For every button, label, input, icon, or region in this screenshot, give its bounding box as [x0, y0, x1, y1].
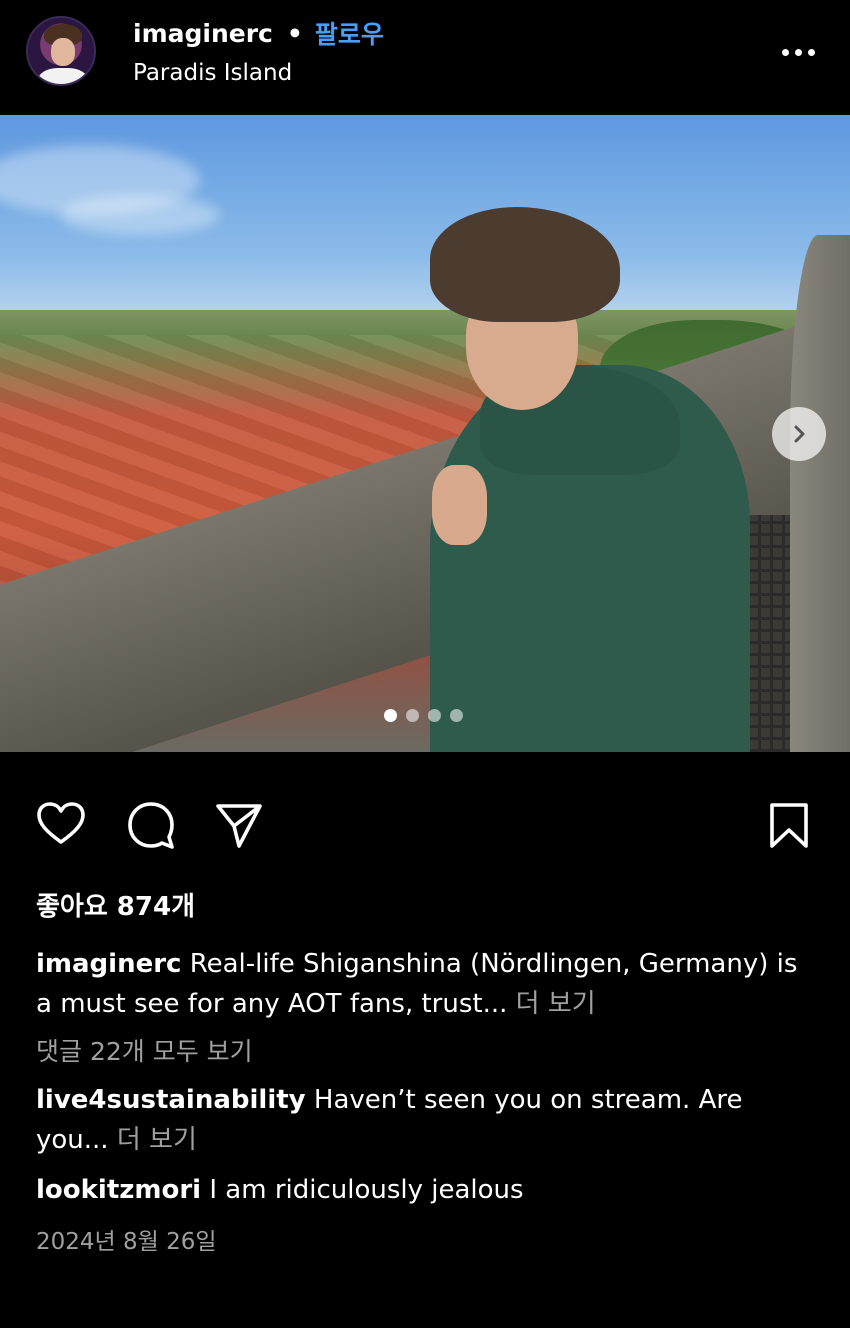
- send-icon: [216, 804, 262, 848]
- avatar[interactable]: [26, 16, 96, 86]
- post-location[interactable]: Paradis Island: [133, 60, 292, 86]
- heart-icon: [37, 802, 85, 844]
- post-caption: imaginerc Real-life Shiganshina (Nördlin…: [36, 944, 816, 1024]
- save-button[interactable]: [762, 798, 816, 852]
- post-photo[interactable]: [0, 115, 850, 752]
- comment-item: lookitzmori I am ridiculously jealous: [36, 1170, 816, 1210]
- more-dot: [794, 48, 802, 56]
- caption-more-link[interactable]: 더 보기: [516, 989, 596, 1019]
- action-bar: [0, 790, 850, 854]
- carousel-dot-4: [450, 709, 463, 722]
- more-dot: [781, 48, 789, 56]
- follow-button[interactable]: 팔로우: [315, 15, 384, 51]
- comment-button[interactable]: [124, 798, 178, 852]
- avatar-shirt: [38, 68, 88, 84]
- separator-dot: •: [286, 18, 303, 48]
- carousel-dot-2: [406, 709, 419, 722]
- comment-more-link[interactable]: 더 보기: [117, 1125, 197, 1155]
- bookmark-icon: [770, 803, 808, 848]
- comment-item: live4sustainability Haven’t seen you on …: [36, 1080, 816, 1160]
- like-count[interactable]: 좋아요 874개: [36, 886, 195, 923]
- comment-icon: [128, 802, 174, 849]
- avatar-face: [51, 38, 75, 66]
- comment-username[interactable]: lookitzmori: [36, 1175, 201, 1205]
- post-date: 2024년 8월 26일: [36, 1229, 217, 1255]
- photo-cloud: [60, 195, 220, 235]
- like-button[interactable]: [34, 798, 88, 852]
- post-header: imaginerc • 팔로우 Paradis Island: [0, 0, 850, 115]
- chevron-right-icon: [794, 425, 805, 443]
- photo-person-hand: [432, 465, 487, 545]
- carousel-dot-1: [384, 709, 397, 722]
- comment-text: I am ridiculously jealous: [209, 1175, 524, 1205]
- carousel-next-button[interactable]: [772, 407, 826, 461]
- caption-username[interactable]: imaginerc: [36, 949, 181, 979]
- view-all-comments-link[interactable]: 댓글 22개 모두 보기: [36, 1032, 253, 1068]
- carousel-dots: [384, 709, 463, 722]
- carousel-dot-3: [428, 709, 441, 722]
- more-dot: [807, 48, 815, 56]
- more-icon[interactable]: [778, 40, 818, 64]
- username-row: imaginerc • 팔로우: [133, 16, 384, 50]
- post-username[interactable]: imaginerc: [133, 19, 273, 48]
- photo-tower: [790, 235, 850, 752]
- share-button[interactable]: [212, 798, 266, 852]
- comment-username[interactable]: live4sustainability: [36, 1085, 306, 1115]
